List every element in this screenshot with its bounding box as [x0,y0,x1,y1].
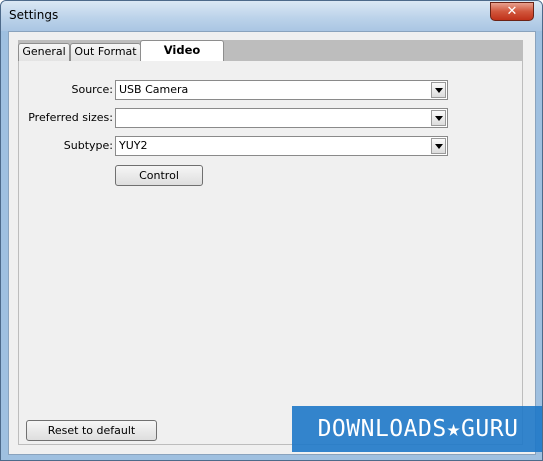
source-select[interactable]: USB Camera [115,80,448,100]
tab-video-device[interactable]: Video Device [140,40,224,76]
close-icon[interactable]: ✕ [490,2,534,21]
tab-out-format[interactable]: Out Format [70,43,141,61]
tab-strip: General Out Format Video Device [18,40,523,76]
watermark-logo: DOWNLOADS★GURU [292,406,542,452]
tab-general[interactable]: General [18,43,70,61]
chevron-down-icon[interactable] [431,82,446,98]
source-label: Source: [71,83,114,96]
subtype-value: YUY2 [119,139,148,152]
preferred-sizes-select[interactable] [115,108,448,128]
title-bar[interactable]: Settings ✕ [1,1,542,31]
control-button[interactable]: Control [115,165,203,186]
preferred-sizes-label: Preferred sizes: [28,111,113,124]
tab-panel-video-device: Source: USB Camera Preferred sizes: Subt… [18,61,523,445]
dialog-client-area: General Out Format Video Device Source: … [8,31,536,455]
subtype-label: Subtype: [63,139,113,152]
chevron-down-icon[interactable] [431,110,446,126]
chevron-down-icon[interactable] [431,138,446,154]
window-title: Settings [9,8,59,22]
settings-window: Settings ✕ General Out Format Video Devi… [0,0,543,461]
reset-to-default-button[interactable]: Reset to default [26,420,157,441]
subtype-select[interactable]: YUY2 [115,136,448,156]
source-value: USB Camera [119,83,189,96]
